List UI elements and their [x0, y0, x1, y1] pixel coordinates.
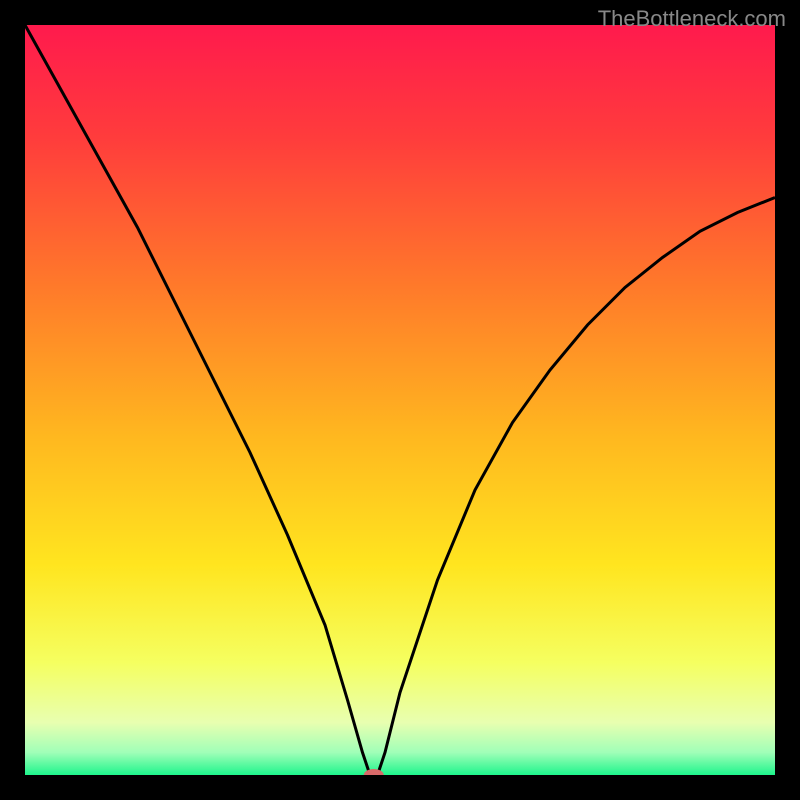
watermark-text: TheBottleneck.com [598, 6, 786, 32]
plot-area [25, 25, 775, 775]
chart-svg [25, 25, 775, 775]
gradient-background [25, 25, 775, 775]
chart-container: TheBottleneck.com [0, 0, 800, 800]
